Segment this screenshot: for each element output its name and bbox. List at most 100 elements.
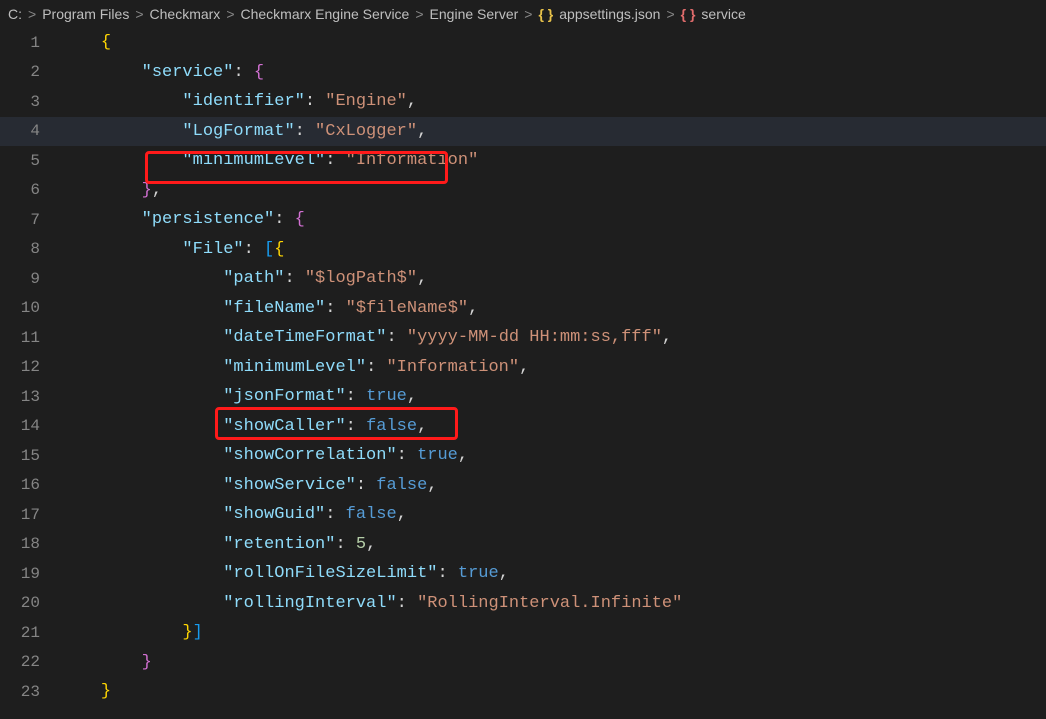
code-line[interactable]: 22 }	[0, 648, 1046, 678]
code-content[interactable]: "minimumLevel": "Information"	[60, 146, 478, 176]
code-line[interactable]: 3 "identifier": "Engine",	[0, 87, 1046, 117]
breadcrumb-item[interactable]: appsettings.json	[559, 6, 660, 22]
breadcrumb-item[interactable]: Checkmarx	[150, 6, 221, 22]
code-line[interactable]: 19 "rollOnFileSizeLimit": true,	[0, 559, 1046, 589]
token: }	[101, 682, 111, 701]
breadcrumb-item[interactable]: Checkmarx Engine Service	[241, 6, 410, 22]
code-line[interactable]: 23 }	[0, 677, 1046, 707]
line-number: 8	[0, 240, 60, 258]
code-line[interactable]: 1 {	[0, 28, 1046, 58]
token: "LogFormat"	[182, 122, 294, 141]
line-number: 23	[0, 683, 60, 701]
code-line[interactable]: 7 "persistence": {	[0, 205, 1046, 235]
token: "path"	[223, 269, 284, 288]
line-number: 16	[0, 476, 60, 494]
token: "showCaller"	[223, 417, 345, 436]
code-line[interactable]: 17 "showGuid": false,	[0, 500, 1046, 530]
breadcrumb[interactable]: C: > Program Files > Checkmarx > Checkma…	[0, 0, 1046, 28]
token: :	[305, 92, 325, 111]
breadcrumb-item[interactable]: Program Files	[42, 6, 129, 22]
code-content[interactable]: "minimumLevel": "Information",	[60, 353, 529, 383]
token: 5	[356, 535, 366, 554]
token: :	[233, 63, 253, 82]
token: ,	[152, 181, 162, 200]
line-number: 6	[0, 181, 60, 199]
token: "yyyy-MM-dd HH:mm:ss,fff"	[407, 328, 662, 347]
code-content[interactable]: "File": [{	[60, 235, 284, 265]
token: ]	[193, 623, 203, 642]
code-content[interactable]: "service": {	[60, 58, 264, 88]
code-line[interactable]: 20 "rollingInterval": "RollingInterval.I…	[0, 589, 1046, 619]
code-content[interactable]: }	[60, 677, 111, 707]
code-content[interactable]: {	[60, 28, 111, 58]
line-number: 22	[0, 653, 60, 671]
code-content[interactable]: }	[60, 648, 152, 678]
code-content[interactable]: "rollOnFileSizeLimit": true,	[60, 559, 509, 589]
code-line[interactable]: 8 "File": [{	[0, 235, 1046, 265]
code-content[interactable]: "fileName": "$fileName$",	[60, 294, 478, 324]
code-content[interactable]: "showGuid": false,	[60, 500, 407, 530]
token: :	[335, 535, 355, 554]
chevron-right-icon: >	[524, 6, 532, 22]
line-number: 9	[0, 270, 60, 288]
code-content[interactable]: "path": "$logPath$",	[60, 264, 427, 294]
code-content[interactable]: "LogFormat": "CxLogger",	[60, 117, 427, 147]
token: "CxLogger"	[315, 122, 417, 141]
token: "minimumLevel"	[223, 358, 366, 377]
token: :	[366, 358, 386, 377]
code-content[interactable]: "retention": 5,	[60, 530, 376, 560]
token: :	[346, 417, 366, 436]
token: :	[437, 564, 457, 583]
code-line[interactable]: 4 "LogFormat": "CxLogger",	[0, 117, 1046, 147]
token: :	[325, 505, 345, 524]
code-line[interactable]: 12 "minimumLevel": "Information",	[0, 353, 1046, 383]
code-line[interactable]: 6 },	[0, 176, 1046, 206]
code-line[interactable]: 18 "retention": 5,	[0, 530, 1046, 560]
code-editor[interactable]: 1 {2 "service": {3 "identifier": "Engine…	[0, 28, 1046, 707]
breadcrumb-item[interactable]: C:	[8, 6, 22, 22]
code-line[interactable]: 2 "service": {	[0, 58, 1046, 88]
breadcrumb-item[interactable]: Engine Server	[430, 6, 519, 22]
code-content[interactable]: },	[60, 176, 162, 206]
code-content[interactable]: }]	[60, 618, 203, 648]
token: "minimumLevel"	[182, 151, 325, 170]
token: false	[376, 476, 427, 495]
code-line[interactable]: 14 "showCaller": false,	[0, 412, 1046, 442]
code-line[interactable]: 9 "path": "$logPath$",	[0, 264, 1046, 294]
code-content[interactable]: "showCorrelation": true,	[60, 441, 468, 471]
code-content[interactable]: "dateTimeFormat": "yyyy-MM-dd HH:mm:ss,f…	[60, 323, 672, 353]
code-content[interactable]: "showCaller": false,	[60, 412, 427, 442]
token: "dateTimeFormat"	[223, 328, 386, 347]
json-braces-icon: { }	[538, 6, 553, 22]
code-line[interactable]: 15 "showCorrelation": true,	[0, 441, 1046, 471]
token: ,	[397, 505, 407, 524]
line-number: 5	[0, 152, 60, 170]
code-content[interactable]: "rollingInterval": "RollingInterval.Infi…	[60, 589, 682, 619]
code-content[interactable]: "persistence": {	[60, 205, 305, 235]
code-line[interactable]: 13 "jsonFormat": true,	[0, 382, 1046, 412]
token: :	[397, 594, 417, 613]
token: ,	[519, 358, 529, 377]
token: "retention"	[223, 535, 335, 554]
chevron-right-icon: >	[135, 6, 143, 22]
code-content[interactable]: "showService": false,	[60, 471, 437, 501]
chevron-right-icon: >	[666, 6, 674, 22]
code-content[interactable]: "jsonFormat": true,	[60, 382, 417, 412]
token: ,	[417, 269, 427, 288]
chevron-right-icon: >	[415, 6, 423, 22]
line-number: 3	[0, 93, 60, 111]
line-number: 21	[0, 624, 60, 642]
token: :	[274, 210, 294, 229]
code-content[interactable]: "identifier": "Engine",	[60, 87, 417, 117]
token: [	[264, 240, 274, 259]
code-line[interactable]: 21 }]	[0, 618, 1046, 648]
code-line[interactable]: 5 "minimumLevel": "Information"	[0, 146, 1046, 176]
line-number: 7	[0, 211, 60, 229]
token: false	[346, 505, 397, 524]
code-line[interactable]: 11 "dateTimeFormat": "yyyy-MM-dd HH:mm:s…	[0, 323, 1046, 353]
code-line[interactable]: 10 "fileName": "$fileName$",	[0, 294, 1046, 324]
code-line[interactable]: 16 "showService": false,	[0, 471, 1046, 501]
token: {	[295, 210, 305, 229]
token: :	[244, 240, 264, 259]
breadcrumb-item[interactable]: service	[701, 6, 745, 22]
